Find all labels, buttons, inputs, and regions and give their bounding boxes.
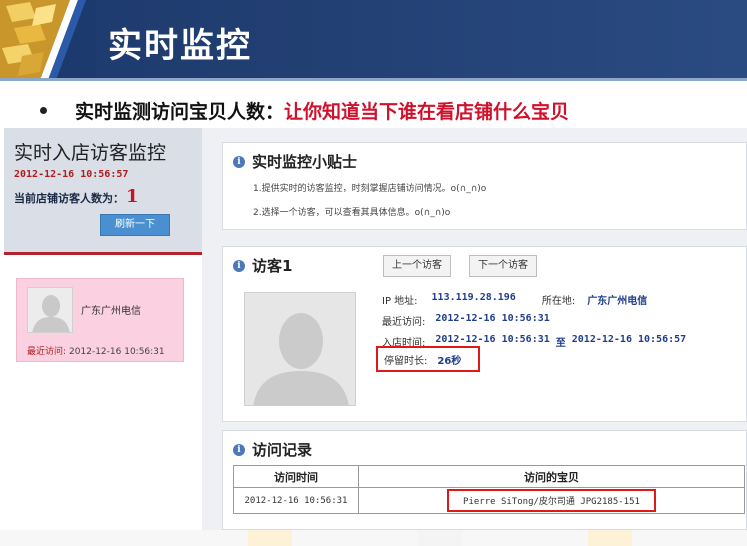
avatar-icon bbox=[27, 287, 73, 333]
visitor-photo bbox=[244, 292, 356, 406]
banner-divider bbox=[0, 78, 747, 81]
product-link[interactable]: Pierre SiTong/皮尔司通 JPG2185-151 bbox=[447, 489, 656, 512]
records-table: 访问时间 访问的宝贝 2012-12-16 10:56:31 Pierre Si… bbox=[233, 465, 745, 514]
table-row[interactable]: 2012-12-16 10:56:31 Pierre SiTong/皮尔司通 J… bbox=[233, 487, 745, 514]
visitor-title: 访客1 bbox=[252, 257, 293, 275]
stay-highlight-box bbox=[376, 346, 480, 372]
table-cell-time: 2012-12-16 10:56:31 bbox=[233, 487, 359, 514]
enter-to-label: 至 bbox=[555, 338, 566, 349]
sidebar-header: 实时入店访客监控 2012-12-16 10:56:57 当前店铺访客人数为： 1… bbox=[4, 128, 202, 254]
tip-item: 2.选择一个访客，可以查看其具体信息。o(∩_∩)o bbox=[253, 208, 451, 218]
bullet-highlight: 让你知道当下谁在看店铺什么宝贝 bbox=[284, 100, 570, 123]
slide-banner: 实时监控 bbox=[0, 0, 747, 80]
visitor-list-item[interactable]: 广东广州电信 最近访问: 2012-12-16 10:56:31 bbox=[16, 278, 184, 362]
last-visit-value: 2012-12-16 10:56:31 bbox=[435, 313, 550, 324]
records-header: i 访问记录 bbox=[233, 439, 312, 460]
sidebar-timestamp: 2012-12-16 10:56:57 bbox=[14, 169, 129, 180]
tip-item: 1.提供实时的访客监控，时刻掌握店铺访问情况。o(∩_∩)o bbox=[253, 184, 487, 194]
location-value: 广东广州电信 bbox=[587, 296, 648, 307]
gold-bars-decoration bbox=[0, 0, 96, 80]
bullet-prefix: 实时监测访问宝贝人数： bbox=[75, 100, 285, 123]
last-visit-label: 最近访问: bbox=[27, 347, 67, 357]
column-header: 访问时间 bbox=[233, 465, 359, 488]
enter-end-value: 2012-12-16 10:56:57 bbox=[571, 334, 687, 345]
tips-header: i 实时监控小贴士 bbox=[233, 151, 357, 172]
visitor-header: i 访客1 bbox=[233, 255, 292, 276]
sidebar-title: 实时入店访客监控 bbox=[14, 142, 167, 164]
visitor-count: 1 bbox=[126, 186, 139, 207]
bullet-dot-icon bbox=[40, 106, 47, 114]
records-title: 访问记录 bbox=[252, 441, 313, 459]
info-icon: i bbox=[233, 259, 245, 272]
last-visit-row: 最近访问: 2012-12-16 10:56:31 bbox=[382, 313, 550, 328]
table-header-row: 访问时间 访问的宝贝 bbox=[233, 465, 745, 488]
footer-strip bbox=[0, 530, 747, 546]
last-visit-label: 最近访问: bbox=[382, 317, 426, 328]
bullet-point: 实时监测访问宝贝人数： 让你知道当下谁在看店铺什么宝贝 bbox=[40, 96, 569, 124]
visitor-count-label: 当前店铺访客人数为： bbox=[14, 192, 124, 205]
next-visitor-button[interactable]: 下一个访客 bbox=[469, 255, 537, 277]
column-header: 访问的宝贝 bbox=[358, 465, 745, 488]
ip-value: 113.119.28.196 bbox=[431, 292, 516, 303]
footer-decoration bbox=[588, 530, 632, 546]
sidebar: 实时入店访客监控 2012-12-16 10:56:57 当前店铺访客人数为： 1… bbox=[4, 128, 202, 538]
visitor-card-name: 广东广州电信 bbox=[81, 306, 141, 317]
info-icon: i bbox=[233, 155, 245, 168]
visitor-card-last-visit: 最近访问: 2012-12-16 10:56:31 bbox=[27, 344, 165, 357]
refresh-button[interactable]: 刷新一下 bbox=[100, 214, 170, 236]
table-cell-product: Pierre SiTong/皮尔司通 JPG2185-151 bbox=[358, 487, 745, 514]
slide-title: 实时监控 bbox=[108, 26, 252, 66]
sidebar-divider bbox=[4, 252, 202, 255]
visitor-count-row: 当前店铺访客人数为： 1 bbox=[14, 186, 139, 207]
prev-visitor-button[interactable]: 上一个访客 bbox=[383, 255, 451, 277]
info-icon: i bbox=[233, 443, 245, 456]
tips-panel: i 实时监控小贴士 1.提供实时的访客监控，时刻掌握店铺访问情况。o(∩_∩)o… bbox=[222, 142, 747, 230]
location-label: 所在地: bbox=[541, 296, 576, 307]
footer-decoration bbox=[418, 530, 462, 546]
ip-label: IP 地址: bbox=[382, 296, 418, 307]
ip-row: IP 地址: 113.119.28.196 所在地: 广东广州电信 bbox=[382, 292, 647, 307]
tips-title: 实时监控小贴士 bbox=[252, 153, 358, 171]
last-visit-time: 2012-12-16 10:56:31 bbox=[69, 347, 165, 357]
records-panel: i 访问记录 访问时间 访问的宝贝 2012-12-16 10:56:31 Pi… bbox=[222, 430, 747, 530]
footer-decoration bbox=[248, 530, 292, 546]
